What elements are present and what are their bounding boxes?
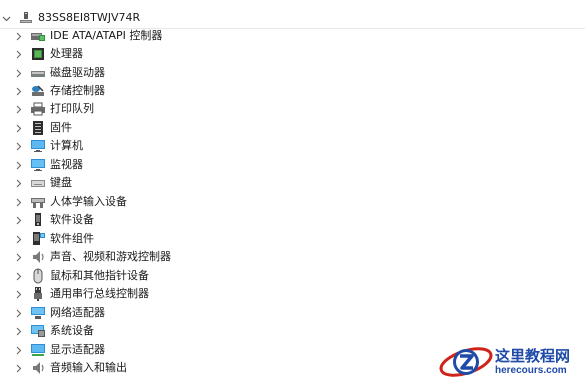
watermark-name: 这里教程网 — [495, 347, 571, 365]
chevron-right-icon[interactable] — [12, 341, 24, 359]
tree-item-monitor[interactable]: 监视器 — [12, 156, 83, 174]
monitor-icon — [30, 157, 46, 173]
tree-item-label: 音频输入和输出 — [50, 361, 127, 374]
tree-item-network-adapter[interactable]: 网络适配器 — [12, 304, 105, 322]
tree-item-label: 处理器 — [50, 47, 83, 60]
tree-item-label: 通用串行总线控制器 — [50, 287, 149, 300]
chevron-right-icon[interactable] — [12, 304, 24, 322]
usb-icon — [30, 286, 46, 302]
chevron-right-icon[interactable] — [12, 322, 24, 340]
chevron-right-icon[interactable] — [12, 248, 24, 266]
tree-item-label: 声音、视频和游戏控制器 — [50, 250, 171, 263]
tree-item-label: 软件组件 — [50, 232, 94, 245]
keyboard-icon — [30, 175, 46, 191]
watermark-url: herecours.com — [495, 365, 567, 376]
tree-item-label: 固件 — [50, 121, 72, 134]
computer-icon — [30, 138, 46, 154]
tree-item-label: 计算机 — [50, 139, 83, 152]
tree-item-storage-controller[interactable]: 存储控制器 — [12, 82, 105, 100]
audio-io-icon — [30, 360, 46, 376]
printer-icon — [30, 101, 46, 117]
chevron-down-icon[interactable] — [0, 9, 12, 27]
tree-item-printer-queue[interactable]: 打印队列 — [12, 100, 94, 118]
firmware-icon — [30, 120, 46, 136]
chevron-right-icon[interactable] — [12, 267, 24, 285]
chevron-right-icon[interactable] — [12, 156, 24, 174]
hid-icon — [30, 194, 46, 210]
speaker-icon — [30, 249, 46, 265]
device-manager-tree: 83SS8EI8TWJV74R IDE ATA/ATAPI 控制器 处理器 磁盘… — [0, 0, 585, 383]
tree-item-label: 系统设备 — [50, 324, 94, 337]
tree-item-label: 网络适配器 — [50, 306, 105, 319]
chevron-right-icon[interactable] — [12, 137, 24, 155]
watermark: 这里教程网 herecours.com — [437, 341, 585, 383]
chevron-right-icon[interactable] — [12, 119, 24, 137]
tree-item-label: 显示适配器 — [50, 343, 105, 356]
ide-controller-icon — [30, 28, 46, 44]
disk-drive-icon — [30, 65, 46, 81]
tree-item-audio-io[interactable]: 音频输入和输出 — [12, 359, 127, 377]
tree-item-hid[interactable]: 人体学输入设备 — [12, 193, 127, 211]
chevron-right-icon[interactable] — [12, 64, 24, 82]
tree-root-computer[interactable]: 83SS8EI8TWJV74R — [0, 9, 585, 29]
chevron-right-icon[interactable] — [12, 285, 24, 303]
processor-icon — [30, 46, 46, 62]
computer-node-icon — [18, 10, 34, 26]
chevron-right-icon[interactable] — [12, 359, 24, 377]
tree-item-label: 监视器 — [50, 158, 83, 171]
tree-item-disk-drive[interactable]: 磁盘驱动器 — [12, 64, 105, 82]
chevron-right-icon[interactable] — [12, 100, 24, 118]
tree-item-label: 人体学输入设备 — [50, 195, 127, 208]
software-component-icon — [30, 231, 46, 247]
software-device-icon — [30, 212, 46, 228]
tree-item-label: 软件设备 — [50, 213, 94, 226]
watermark-logo-icon — [437, 341, 495, 383]
tree-item-system-device[interactable]: 系统设备 — [12, 322, 94, 340]
tree-item-ide-controller[interactable]: IDE ATA/ATAPI 控制器 — [12, 27, 162, 45]
tree-item-label: 打印队列 — [50, 102, 94, 115]
tree-item-display-adapter[interactable]: 显示适配器 — [12, 341, 105, 359]
tree-item-software-component[interactable]: 软件组件 — [12, 230, 94, 248]
network-adapter-icon — [30, 305, 46, 321]
display-adapter-icon — [30, 342, 46, 358]
tree-item-label: 磁盘驱动器 — [50, 66, 105, 79]
chevron-right-icon[interactable] — [12, 27, 24, 45]
tree-item-computer[interactable]: 计算机 — [12, 137, 83, 155]
tree-item-mouse[interactable]: 鼠标和其他指针设备 — [12, 267, 149, 285]
system-device-icon — [30, 323, 46, 339]
tree-item-keyboard[interactable]: 键盘 — [12, 174, 72, 192]
tree-item-processor[interactable]: 处理器 — [12, 45, 83, 63]
chevron-right-icon[interactable] — [12, 45, 24, 63]
tree-item-software-device[interactable]: 软件设备 — [12, 211, 94, 229]
tree-item-label: 键盘 — [50, 176, 72, 189]
tree-item-label: 存储控制器 — [50, 84, 105, 97]
chevron-right-icon[interactable] — [12, 230, 24, 248]
tree-item-usb[interactable]: 通用串行总线控制器 — [12, 285, 149, 303]
chevron-right-icon[interactable] — [12, 82, 24, 100]
tree-item-label: 鼠标和其他指针设备 — [50, 269, 149, 282]
tree-item-label: IDE ATA/ATAPI 控制器 — [50, 29, 163, 42]
chevron-right-icon[interactable] — [12, 193, 24, 211]
mouse-icon — [30, 268, 46, 284]
chevron-right-icon[interactable] — [12, 174, 24, 192]
chevron-right-icon[interactable] — [12, 211, 24, 229]
tree-item-sound-video-game[interactable]: 声音、视频和游戏控制器 — [12, 248, 171, 266]
storage-controller-icon — [30, 83, 46, 99]
computer-name: 83SS8EI8TWJV74R — [38, 11, 141, 24]
tree-item-firmware[interactable]: 固件 — [12, 119, 72, 137]
